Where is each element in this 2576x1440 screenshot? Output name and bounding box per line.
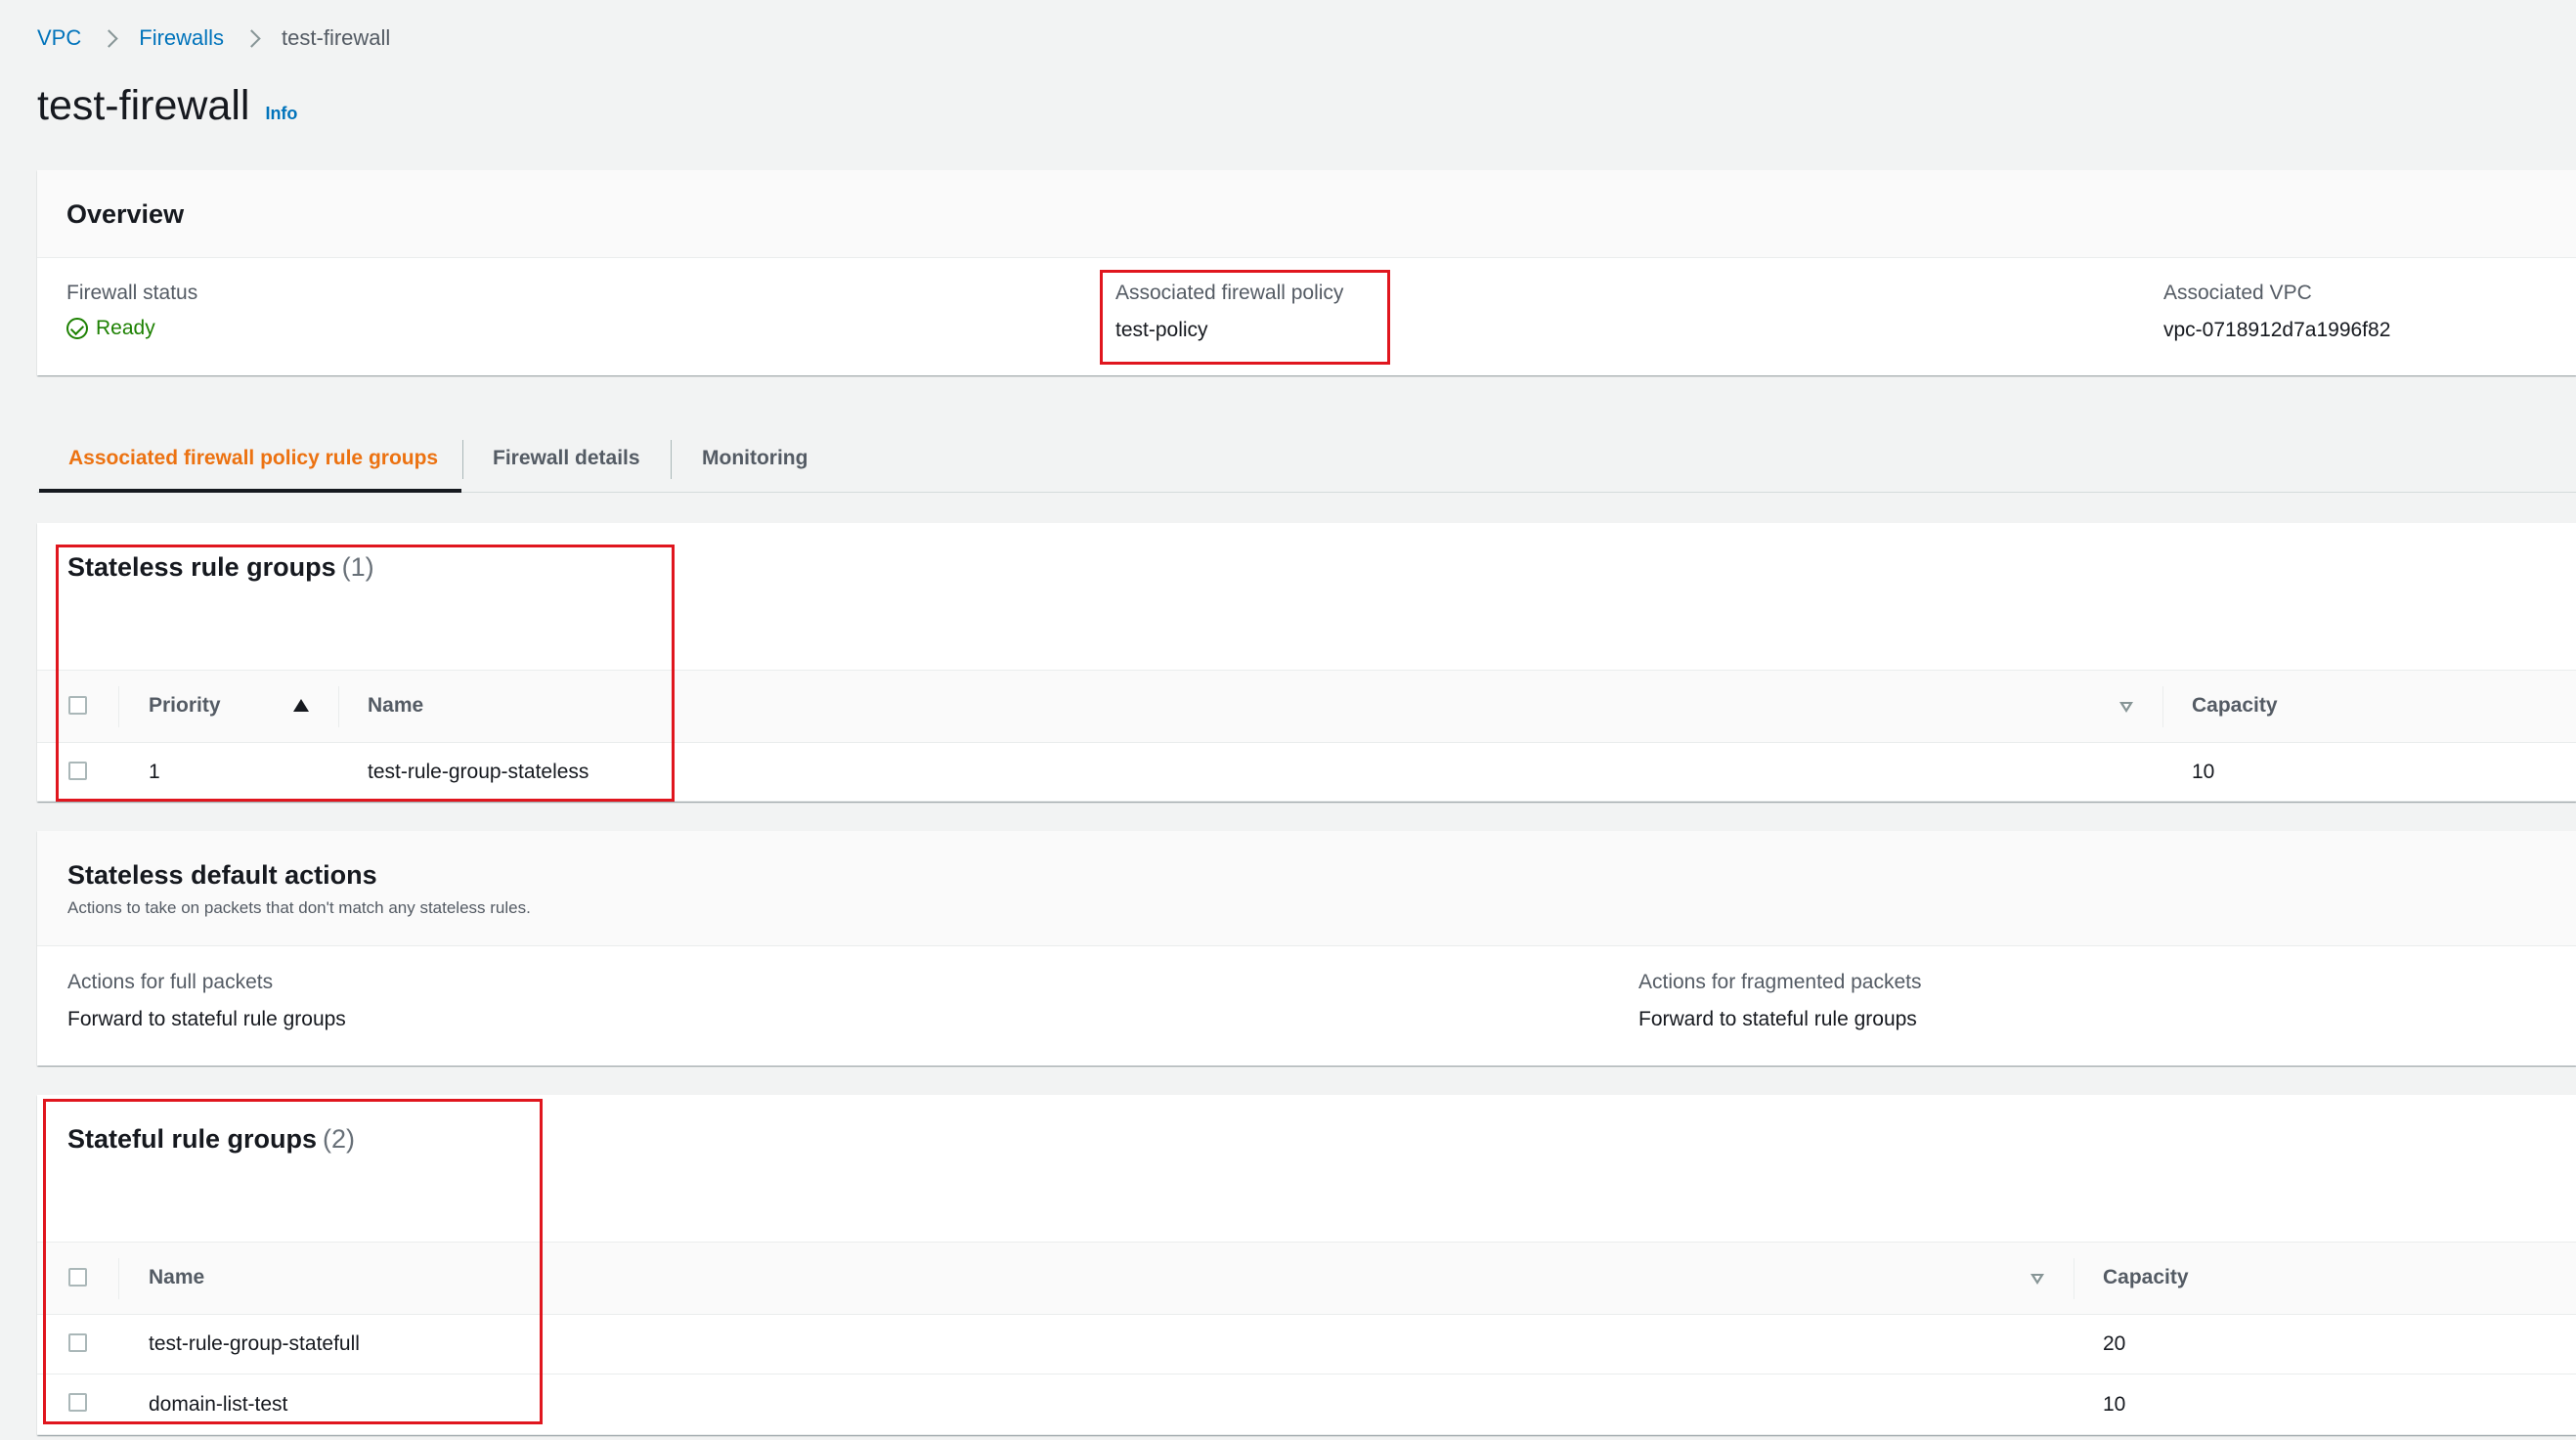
breadcrumb-firewalls-link[interactable]: Firewalls (139, 25, 224, 51)
row-capacity: 10 (2103, 1393, 2126, 1416)
column-priority[interactable]: Priority (149, 694, 221, 718)
policy-link[interactable]: test-policy (1115, 319, 1208, 342)
row-priority: 1 (149, 761, 160, 783)
stateless-rule-groups-panel: Stateless rule groups (1) Priority Name C… (37, 523, 2576, 802)
sort-descending-icon[interactable] (2030, 1274, 2044, 1285)
status-check-icon (66, 318, 88, 339)
row-checkbox[interactable] (68, 762, 87, 780)
select-all-checkbox[interactable] (68, 1268, 87, 1287)
chevron-right-icon (100, 28, 118, 48)
overview-title: Overview (66, 199, 185, 229)
column-divider (118, 1258, 119, 1299)
fragmented-packets-label: Actions for fragmented packets (1638, 971, 1922, 993)
full-packets-value: Forward to stateful rule groups (67, 1008, 346, 1030)
column-capacity[interactable]: Capacity (2192, 694, 2278, 718)
column-divider (118, 686, 119, 727)
column-name[interactable]: Name (149, 1266, 204, 1289)
row-capacity: 10 (2192, 761, 2215, 783)
overview-panel: Overview Firewall status Ready Associate… (37, 170, 2576, 375)
firewall-status-value: Ready (66, 317, 155, 340)
page-title: test-firewall Info (37, 82, 297, 130)
row-name-link[interactable]: test-rule-group-statefull (149, 1332, 360, 1356)
row-name-link[interactable]: test-rule-group-stateless (368, 761, 589, 784)
table-row: test-rule-group-statefull 20 (37, 1315, 2576, 1375)
select-all-checkbox[interactable] (68, 696, 87, 715)
stateful-rule-groups-panel: Stateful rule groups (2) Name Capacity te… (37, 1095, 2576, 1435)
policy-label: Associated firewall policy (1115, 282, 1344, 304)
stateless-table-header: Priority Name Capacity (37, 670, 2576, 743)
column-capacity[interactable]: Capacity (2103, 1266, 2189, 1289)
stateful-title-text: Stateful rule groups (67, 1124, 318, 1154)
tab-bar: Associated firewall policy rule groups F… (37, 424, 2576, 493)
table-row: domain-list-test 10 (37, 1375, 2576, 1435)
default-actions-title: Stateless default actions (67, 860, 377, 890)
chevron-right-icon (242, 28, 261, 48)
breadcrumb: VPC Firewalls test-firewall (37, 23, 390, 53)
column-name[interactable]: Name (368, 694, 423, 718)
vpc-link[interactable]: vpc-0718912d7a1996f82 (2163, 319, 2390, 342)
tab-divider (462, 440, 463, 479)
row-checkbox[interactable] (68, 1333, 87, 1352)
column-divider (2162, 686, 2163, 727)
tab-divider (671, 440, 672, 479)
tab-rule-groups[interactable]: Associated firewall policy rule groups (68, 424, 438, 493)
vpc-label: Associated VPC (2163, 282, 2312, 304)
sort-ascending-icon[interactable] (293, 699, 309, 712)
active-tab-indicator (39, 489, 461, 493)
default-actions-subtitle: Actions to take on packets that don't ma… (67, 898, 531, 917)
stateful-count: (2) (323, 1124, 356, 1154)
row-capacity: 20 (2103, 1332, 2126, 1355)
fragmented-packets-value: Forward to stateful rule groups (1638, 1008, 1917, 1030)
info-link[interactable]: Info (265, 104, 297, 124)
sort-descending-icon[interactable] (2119, 702, 2133, 713)
table-row: 1 test-rule-group-stateless 10 (37, 743, 2576, 802)
page-title-text: test-firewall (37, 82, 250, 129)
breadcrumb-vpc-link[interactable]: VPC (37, 25, 81, 51)
stateless-count: (1) (341, 552, 374, 582)
breadcrumb-current: test-firewall (282, 25, 391, 50)
full-packets-label: Actions for full packets (67, 971, 274, 993)
firewall-status-text: Ready (96, 317, 155, 339)
tab-monitoring[interactable]: Monitoring (702, 424, 808, 493)
overview-header: Overview (37, 170, 2576, 258)
tab-firewall-details[interactable]: Firewall details (493, 424, 640, 493)
row-checkbox[interactable] (68, 1393, 87, 1412)
stateful-title: Stateful rule groups (2) (67, 1124, 355, 1155)
default-actions-header: Stateless default actions Actions to tak… (37, 831, 2576, 946)
stateful-table-header: Name Capacity (37, 1242, 2576, 1315)
row-name-link[interactable]: domain-list-test (149, 1393, 287, 1417)
stateless-default-actions-panel: Stateless default actions Actions to tak… (37, 831, 2576, 1066)
firewall-status-label: Firewall status (66, 282, 198, 304)
stateless-title-text: Stateless rule groups (67, 552, 336, 582)
column-divider (338, 686, 339, 727)
stateless-title: Stateless rule groups (1) (67, 552, 374, 583)
